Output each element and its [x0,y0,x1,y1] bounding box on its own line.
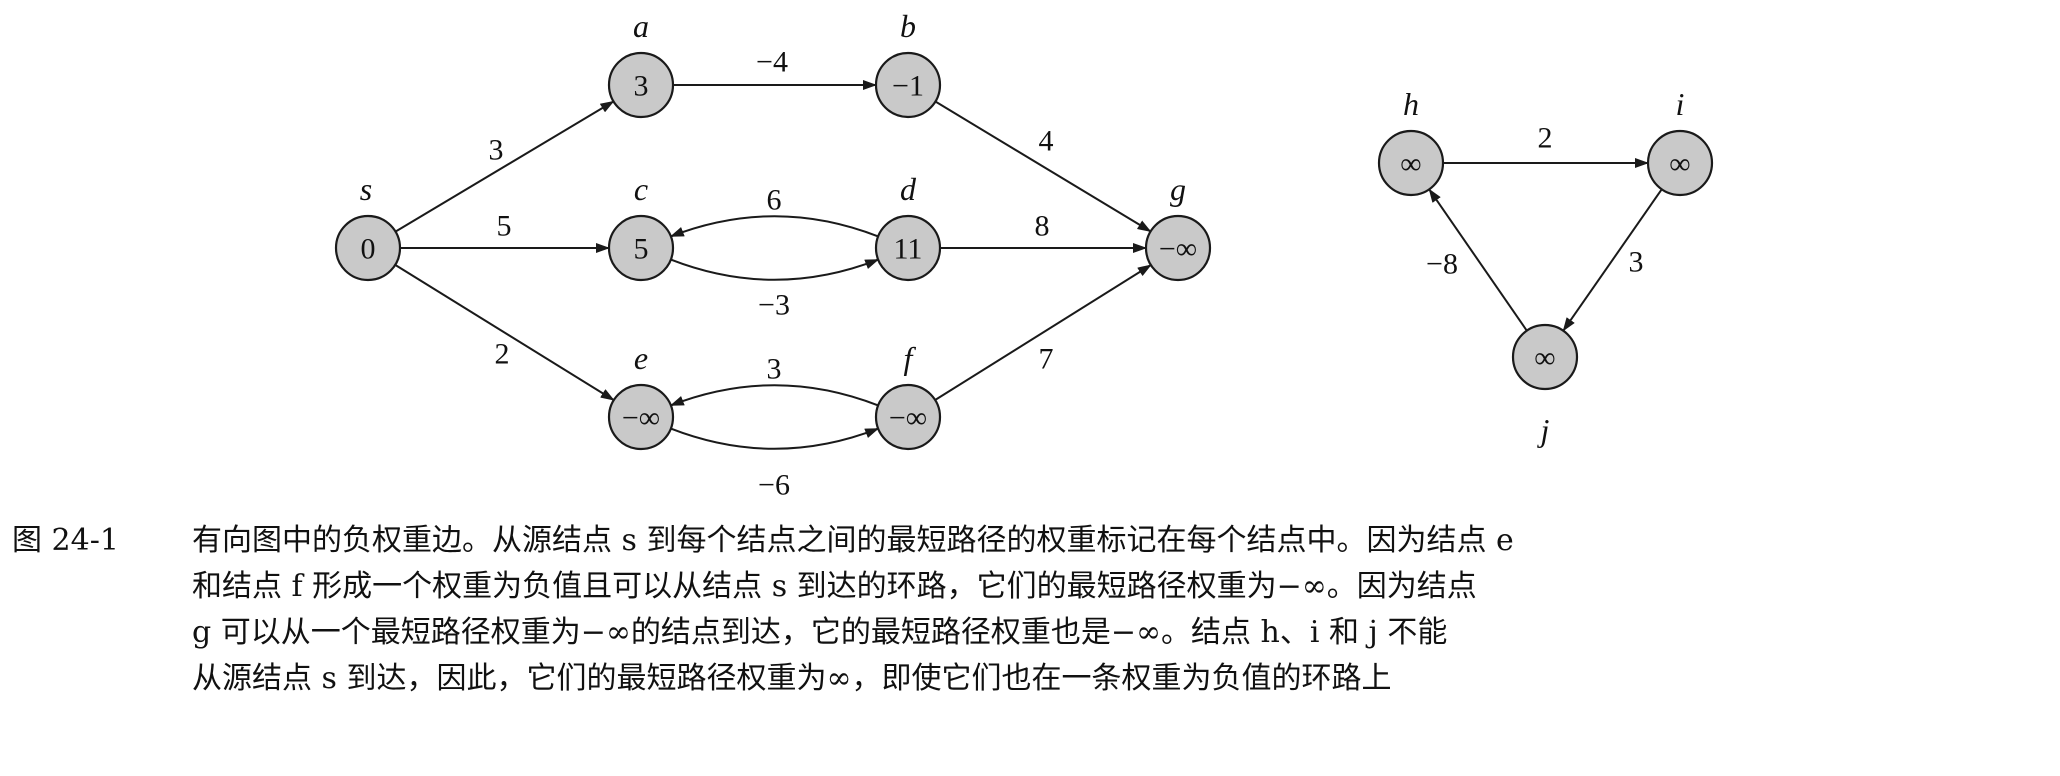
edge-f-to-e [669,384,879,407]
node-value-b: −1 [892,70,924,103]
node-name-h: h [1403,86,1419,122]
node-name-f: f [904,340,917,376]
node-j: ∞j [1511,323,1579,448]
figure-label: 图 24-1 [12,523,119,558]
node-value-c: 5 [634,233,649,266]
node-c: 5c [607,171,675,282]
node-name-c: c [634,171,648,207]
node-value-d: 11 [894,233,923,266]
edge-weight-e-to-f: 3 [767,353,782,386]
node-value-g: −∞ [1159,233,1197,266]
caption-text: 有向图中的负权重边。从源结点 s 到每个结点之间的最短路径的权重标记在每个结点中… [192,518,2052,702]
node-value-s: 0 [361,233,376,266]
node-value-f: −∞ [889,402,927,435]
edge-weight-d-to-g: 8 [1035,210,1050,243]
node-value-e: −∞ [622,402,660,435]
node-f: −∞ f [874,340,942,451]
node-h: ∞h [1377,86,1445,197]
caption-line: g 可以从一个最短路径权重为−∞的结点到达，它的最短路径权重也是−∞。结点 h、… [192,615,1448,650]
node-name-e: e [634,340,648,376]
nodes-layer: 0s3a−1b5c11d−∞e−∞f−∞g∞h∞i∞j [334,8,1714,451]
edge-weight-c-to-d: 6 [767,184,782,217]
node-value-a: 3 [634,70,649,103]
caption-line: 和结点 f 形成一个权重为负值且可以从结点 s 到达的环路，它们的最短路径权重为… [192,569,1477,604]
node-e: −∞ e [607,340,675,451]
node-name-i: i [1676,86,1685,122]
edge-weight-s-to-a: 3 [489,134,504,167]
edge-weight-f-to-e: −6 [758,469,790,502]
node-value-i: ∞ [1669,148,1690,181]
graph-diagram: 352−446−383−6723−8 0s3a−1b5c11d−∞e−∞f−∞g… [334,8,1714,502]
edge-weight-f-to-g: 7 [1039,343,1054,376]
edge-i-to-j [1562,188,1663,332]
node-name-g: g [1170,171,1186,207]
edge-weight-s-to-c: 5 [497,210,512,243]
node-b: −1 b [874,8,942,119]
node-g: −∞ g [1144,171,1212,282]
node-name-b: b [900,8,916,44]
edge-weight-i-to-j: 3 [1629,246,1644,279]
edges-layer: 3 5 2 −4 4 6 −3 8 3 −6 7 2 3 −8 [394,46,1663,502]
node-value-h: ∞ [1400,148,1421,181]
node-name-a: a [633,8,649,44]
node-name-j: j [1537,412,1550,448]
node-value-j: ∞ [1534,342,1555,375]
caption-line: 有向图中的负权重边。从源结点 s 到每个结点之间的最短路径的权重标记在每个结点中… [192,523,1514,558]
node-a: 3a [607,8,675,119]
caption-line: 从源结点 s 到达，因此，它们的最短路径权重为∞，即使它们也在一条权重为负值的环… [192,661,1392,696]
edge-weight-a-to-b: −4 [756,46,788,79]
edge-weight-b-to-g: 4 [1039,125,1054,158]
edge-weight-s-to-e: 2 [495,338,510,371]
edge-c-to-d [670,258,880,281]
edge-weight-j-to-h: −8 [1426,248,1458,281]
node-name-d: d [900,171,917,207]
edge-weight-d-to-c: −3 [758,289,790,322]
edge-f-to-g [934,264,1152,401]
node-d: 11 d [874,171,942,282]
node-i: ∞i [1646,86,1714,197]
edge-d-to-c [669,215,879,238]
edge-s-to-e [394,263,615,402]
node-name-s: s [360,171,372,207]
edge-weight-h-to-i: 2 [1538,122,1553,155]
node-s: 0s [334,171,402,282]
edge-e-to-f [670,427,880,450]
